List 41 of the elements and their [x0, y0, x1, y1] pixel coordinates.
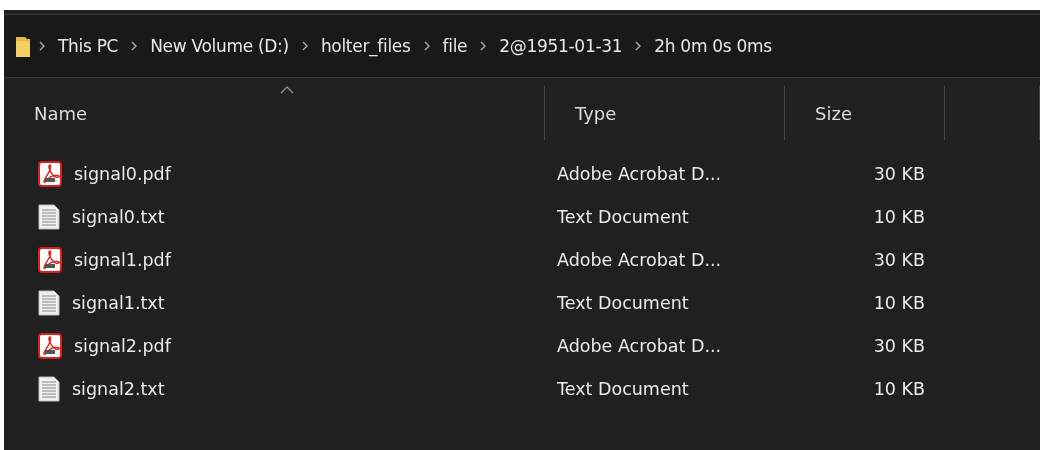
file-name[interactable]: signal1.pdf	[74, 249, 171, 270]
column-header[interactable]: Name	[34, 102, 88, 124]
file-type: Text Document	[556, 292, 690, 313]
file-size: 10 KB	[872, 206, 925, 227]
pdf-file-icon	[38, 332, 62, 359]
file-size: 30 KB	[872, 163, 925, 184]
file-name[interactable]: signal2.txt	[72, 378, 165, 399]
column-header[interactable]: Type	[575, 102, 617, 124]
breadcrumb-item[interactable]: 2h 0m 0s 0ms	[650, 36, 776, 56]
file-size: 30 KB	[872, 335, 925, 356]
pdf-file-icon	[38, 246, 62, 273]
breadcrumb-item[interactable]: New Volume (D:)	[146, 36, 293, 56]
chevron-icon	[422, 40, 431, 52]
file-size: 10 KB	[872, 292, 925, 313]
chevron-icon	[634, 40, 643, 52]
file-size: 30 KB	[872, 249, 925, 270]
column-header[interactable]: Size	[815, 102, 852, 124]
file-type: Adobe Acrobat D...	[556, 335, 723, 356]
chevron-icon	[130, 40, 139, 52]
address-bar[interactable]: This PC New Volume (D:) holter_files file 2@1951-01-31 2h 0m 0s 0ms	[4, 14, 1040, 78]
file-type: Adobe Acrobat D...	[556, 249, 723, 270]
file-name[interactable]: signal1.txt	[72, 292, 165, 313]
file-name[interactable]: signal0.txt	[72, 206, 165, 227]
text-file-icon	[38, 289, 60, 316]
breadcrumb-item[interactable]: This PC	[54, 36, 123, 56]
file-name[interactable]: signal2.pdf	[74, 335, 171, 356]
text-file-icon	[38, 375, 60, 402]
pdf-file-icon	[38, 160, 62, 187]
breadcrumb-item[interactable]: holter_files	[316, 36, 415, 56]
folder-icon	[16, 35, 30, 57]
file-type: Text Document	[556, 378, 690, 399]
chevron-icon	[479, 40, 488, 52]
file-size: 10 KB	[872, 378, 925, 399]
file-name[interactable]: signal0.pdf	[74, 163, 171, 184]
file-type: Text Document	[556, 206, 690, 227]
text-file-icon	[38, 203, 60, 230]
file-type: Adobe Acrobat D...	[556, 163, 723, 184]
breadcrumb-item[interactable]: file	[438, 36, 472, 56]
breadcrumb-item[interactable]: 2@1951-01-31	[495, 36, 627, 56]
chevron-icon	[38, 40, 46, 52]
chevron-icon	[300, 40, 309, 52]
